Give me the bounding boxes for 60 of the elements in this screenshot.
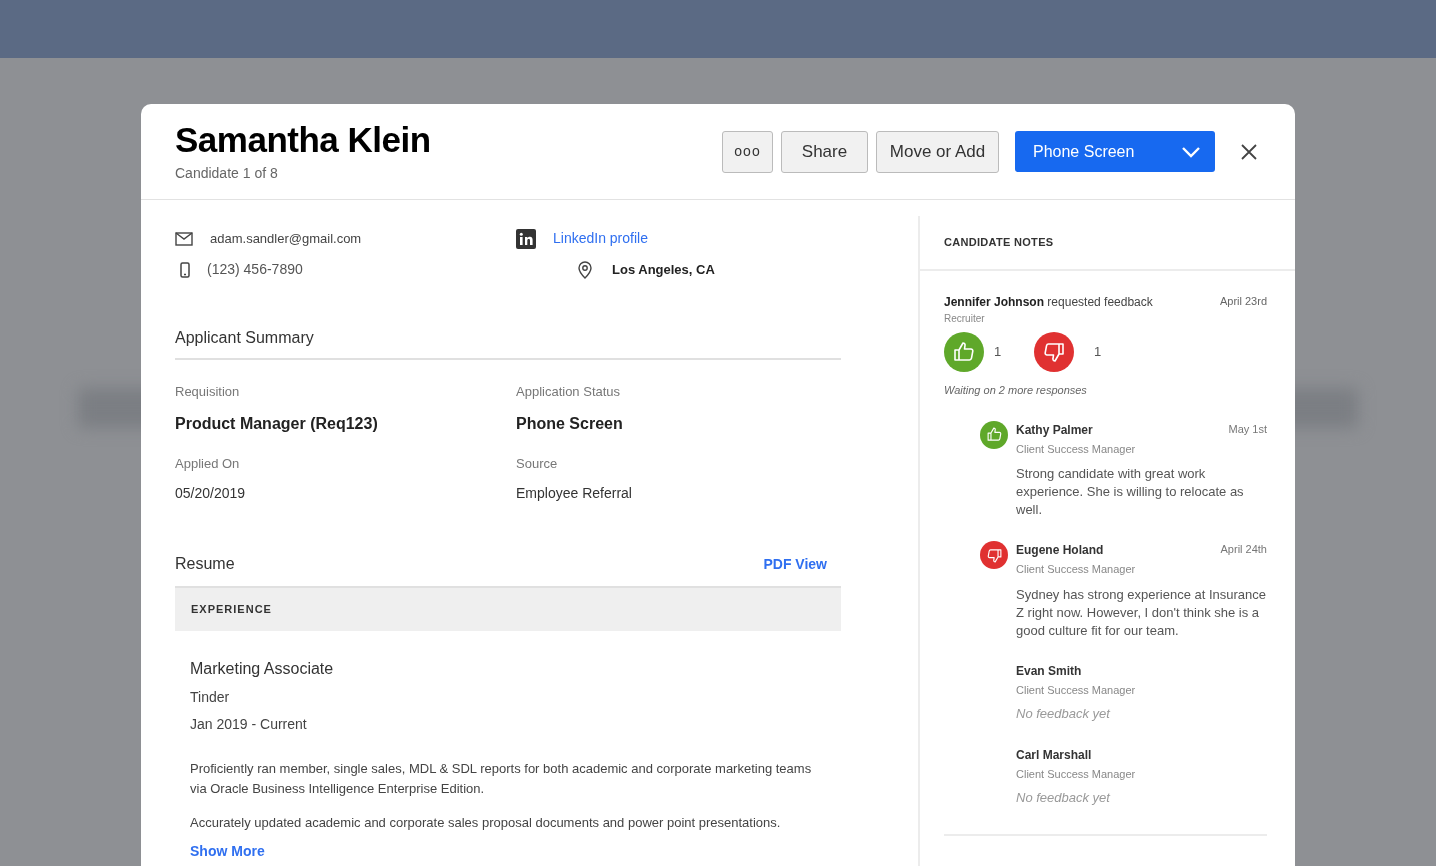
share-button[interactable]: Share [781,130,868,173]
feedback-text: No feedback yet [1016,789,1112,807]
envelope-icon [175,231,193,246]
stage-dropdown[interactable]: Phone Screen [1015,131,1215,172]
email-text: adam.sandler@gmail.com [210,229,362,248]
close-icon [1241,143,1257,160]
feedback-date: May 1st [1228,421,1267,437]
company-name: Tinder [190,688,231,707]
close-button[interactable] [1239,141,1259,162]
thumbs-up-count: 1 [994,343,1003,362]
thumbs-up-icon [952,340,976,364]
resume-paragraph: Proficiently ran member, single sales, MDL & SDL reports for both academic and corporate marketing teams via Oracle Business Intelligence Enterprise Edition. [190,760,813,798]
phone-icon [180,261,190,278]
candidate-position: Candidate 1 of 8 [175,163,279,183]
section-heading: Resume [175,554,235,574]
location-text: Los Angeles, CA [612,260,715,279]
candidate-name: Samantha Klein [175,119,431,160]
field-value: Employee Referral [516,484,633,503]
linkedin-link[interactable]: LinkedIn profile [553,228,648,249]
notes-title: CANDIDATE NOTES [944,235,1054,251]
field-label: Application Status [516,383,622,401]
reviewer-name: Eugene Holand [1016,542,1104,559]
resume-paragraph: Accurately updated academic and corporate sales proposal documents and power point presentations. [190,814,782,832]
feedback-text: No feedback yet [1016,705,1112,723]
field-label: Source [516,454,559,473]
reviewer-name: Kathy Palmer [1016,421,1093,439]
job-dates: Jan 2019 - Current [190,715,308,734]
thumbs-down-count: 1 [1094,343,1102,362]
chevron-down-icon [1181,145,1201,158]
feedback-request: Jennifer Johnson requested feedback [944,294,1153,311]
field-value: Product Manager (Req123) [175,413,379,434]
reviewer-role: Client Success Manager [1016,682,1137,698]
show-more-link[interactable]: Show More [190,841,265,862]
job-title: Marketing Associate [190,659,335,679]
feedback-text: Strong candidate with great work experience. She is willing to relocate as well. [1016,465,1245,519]
field-label: Applied On [175,454,241,473]
reviewer-role: Client Success Manager [1016,562,1137,577]
move-or-add-button[interactable]: Move or Add [876,130,999,173]
pdf-view-link[interactable]: PDF View [763,553,827,575]
experience-label: EXPERIENCE [191,602,272,618]
thumbs-up-icon [985,426,1003,443]
field-value: Phone Screen [516,413,624,434]
phone-text: (123) 456-7890 [207,260,303,279]
reviewer-role: Client Success Manager [1016,441,1137,457]
field-label: Requisition [175,383,241,401]
reviewer-name: Evan Smith [1016,662,1082,680]
thumbs-down-icon [1042,340,1066,364]
thumbs-down-icon [985,546,1003,564]
request-date: April 23rd [1219,294,1267,309]
section-heading: Applicant Summary [175,326,841,360]
field-value: 05/20/2019 [175,484,247,503]
waiting-text: Waiting on 2 more responses [944,383,1088,398]
feedback-text: Sydney has strong experience at Insurance Z right now. However, I don't think she is a good culture fit for our team. [1016,585,1267,640]
requester-role: Recruiter [944,312,986,326]
location-pin-icon [577,260,593,279]
linkedin-icon [516,228,536,249]
feedback-date: April 24th [1220,542,1267,557]
more-button[interactable]: ooo [722,130,773,173]
reviewer-name: Carl Marshall [1016,746,1092,764]
reviewer-role: Client Success Manager [1016,766,1137,782]
